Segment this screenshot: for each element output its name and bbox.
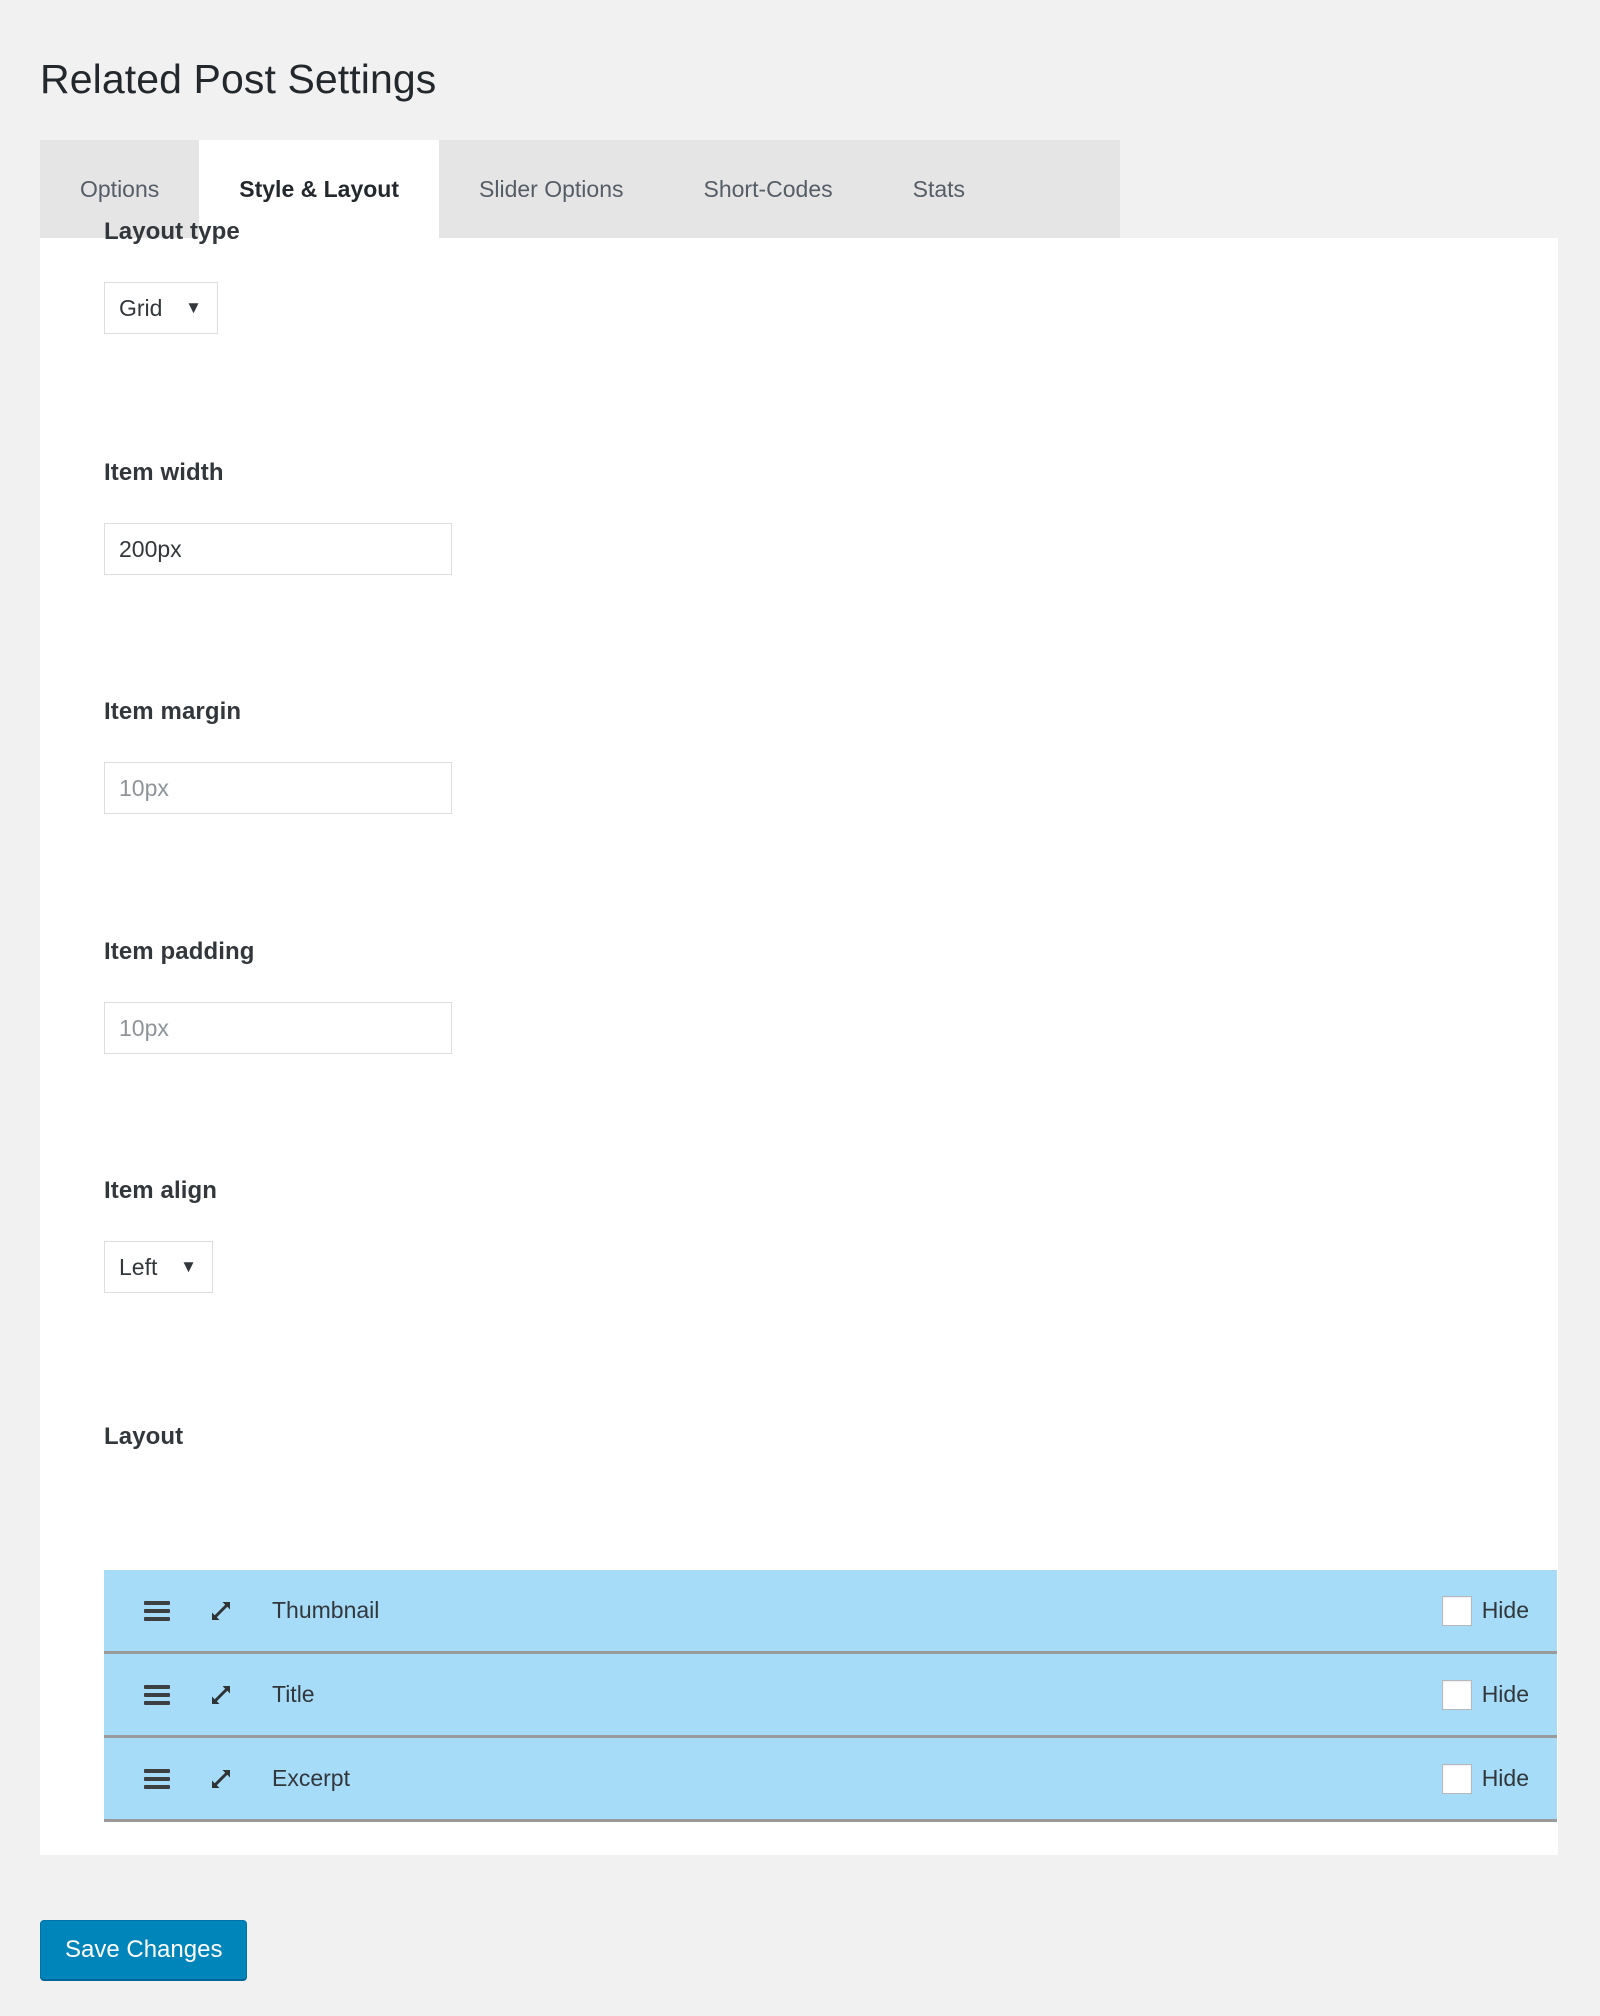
hide-checkbox[interactable] <box>1441 1595 1472 1626</box>
tab-label: Stats <box>912 175 966 202</box>
tab-label: Slider Options <box>479 175 624 202</box>
field-item-align: Item align Left ▼ <box>104 1177 217 1293</box>
field-label-item-padding: Item padding <box>104 938 255 965</box>
field-layout-list: Layout <box>104 1423 183 1451</box>
hide-checkbox-label: Hide <box>1481 1597 1529 1623</box>
hide-control: Hide <box>1441 1679 1529 1710</box>
settings-panel: Layout type Grid ▼ Item width Item margi… <box>40 218 1558 1855</box>
hide-checkbox[interactable] <box>1441 1763 1472 1794</box>
field-item-padding: Item padding <box>104 938 452 1054</box>
resize-arrow-icon[interactable] <box>208 1598 234 1624</box>
tab-label: Style & Layout <box>239 175 400 202</box>
field-item-margin: Item margin <box>104 698 452 814</box>
layout-row-label: Title <box>272 1681 315 1707</box>
item-align-select-wrap: Left ▼ <box>104 1241 213 1293</box>
resize-arrow-icon[interactable] <box>208 1766 234 1792</box>
item-width-input[interactable] <box>104 523 452 575</box>
field-item-width: Item width <box>104 459 452 575</box>
resize-arrow-icon[interactable] <box>208 1682 234 1708</box>
page-title: Related Post Settings <box>40 56 437 103</box>
layout-row-thumbnail[interactable]: Thumbnail Hide <box>104 1570 1557 1654</box>
hamburger-icon[interactable] <box>144 1684 170 1705</box>
item-margin-input[interactable] <box>104 762 452 814</box>
hamburger-icon[interactable] <box>144 1600 170 1621</box>
hide-checkbox-label: Hide <box>1481 1765 1529 1791</box>
save-changes-button[interactable]: Save Changes <box>40 1920 248 1980</box>
layout-sortable-list: Thumbnail Hide Title Hide Excerpt Hide <box>104 1570 1557 1822</box>
item-padding-input[interactable] <box>104 1002 452 1054</box>
item-align-select[interactable]: Left <box>104 1241 213 1293</box>
layout-type-select[interactable]: Grid <box>104 282 218 334</box>
tab-label: Options <box>80 175 160 202</box>
layout-row-label: Excerpt <box>272 1765 350 1791</box>
tab-short-codes[interactable]: Short-Codes <box>663 140 873 238</box>
hide-checkbox[interactable] <box>1441 1679 1472 1710</box>
hide-control: Hide <box>1441 1595 1529 1626</box>
hamburger-icon[interactable] <box>144 1768 170 1789</box>
tab-stats[interactable]: Stats <box>872 140 1006 238</box>
field-label-layout: Layout <box>104 1423 184 1450</box>
tab-label: Short-Codes <box>703 175 833 202</box>
hide-checkbox-label: Hide <box>1481 1681 1529 1707</box>
field-label-item-width: Item width <box>104 459 224 486</box>
layout-row-excerpt[interactable]: Excerpt Hide <box>104 1738 1557 1822</box>
tab-slider-options[interactable]: Slider Options <box>439 140 664 238</box>
layout-row-label: Thumbnail <box>272 1597 380 1623</box>
field-label-item-margin: Item margin <box>104 698 242 725</box>
layout-type-select-wrap: Grid ▼ <box>104 282 218 334</box>
field-label-layout-type: Layout type <box>104 218 240 245</box>
hide-control: Hide <box>1441 1763 1529 1794</box>
field-label-item-align: Item align <box>104 1177 218 1204</box>
field-layout-type: Layout type Grid ▼ <box>104 218 240 334</box>
settings-page: Related Post Settings Options Style & La… <box>0 0 1600 2016</box>
layout-row-title[interactable]: Title Hide <box>104 1654 1557 1738</box>
